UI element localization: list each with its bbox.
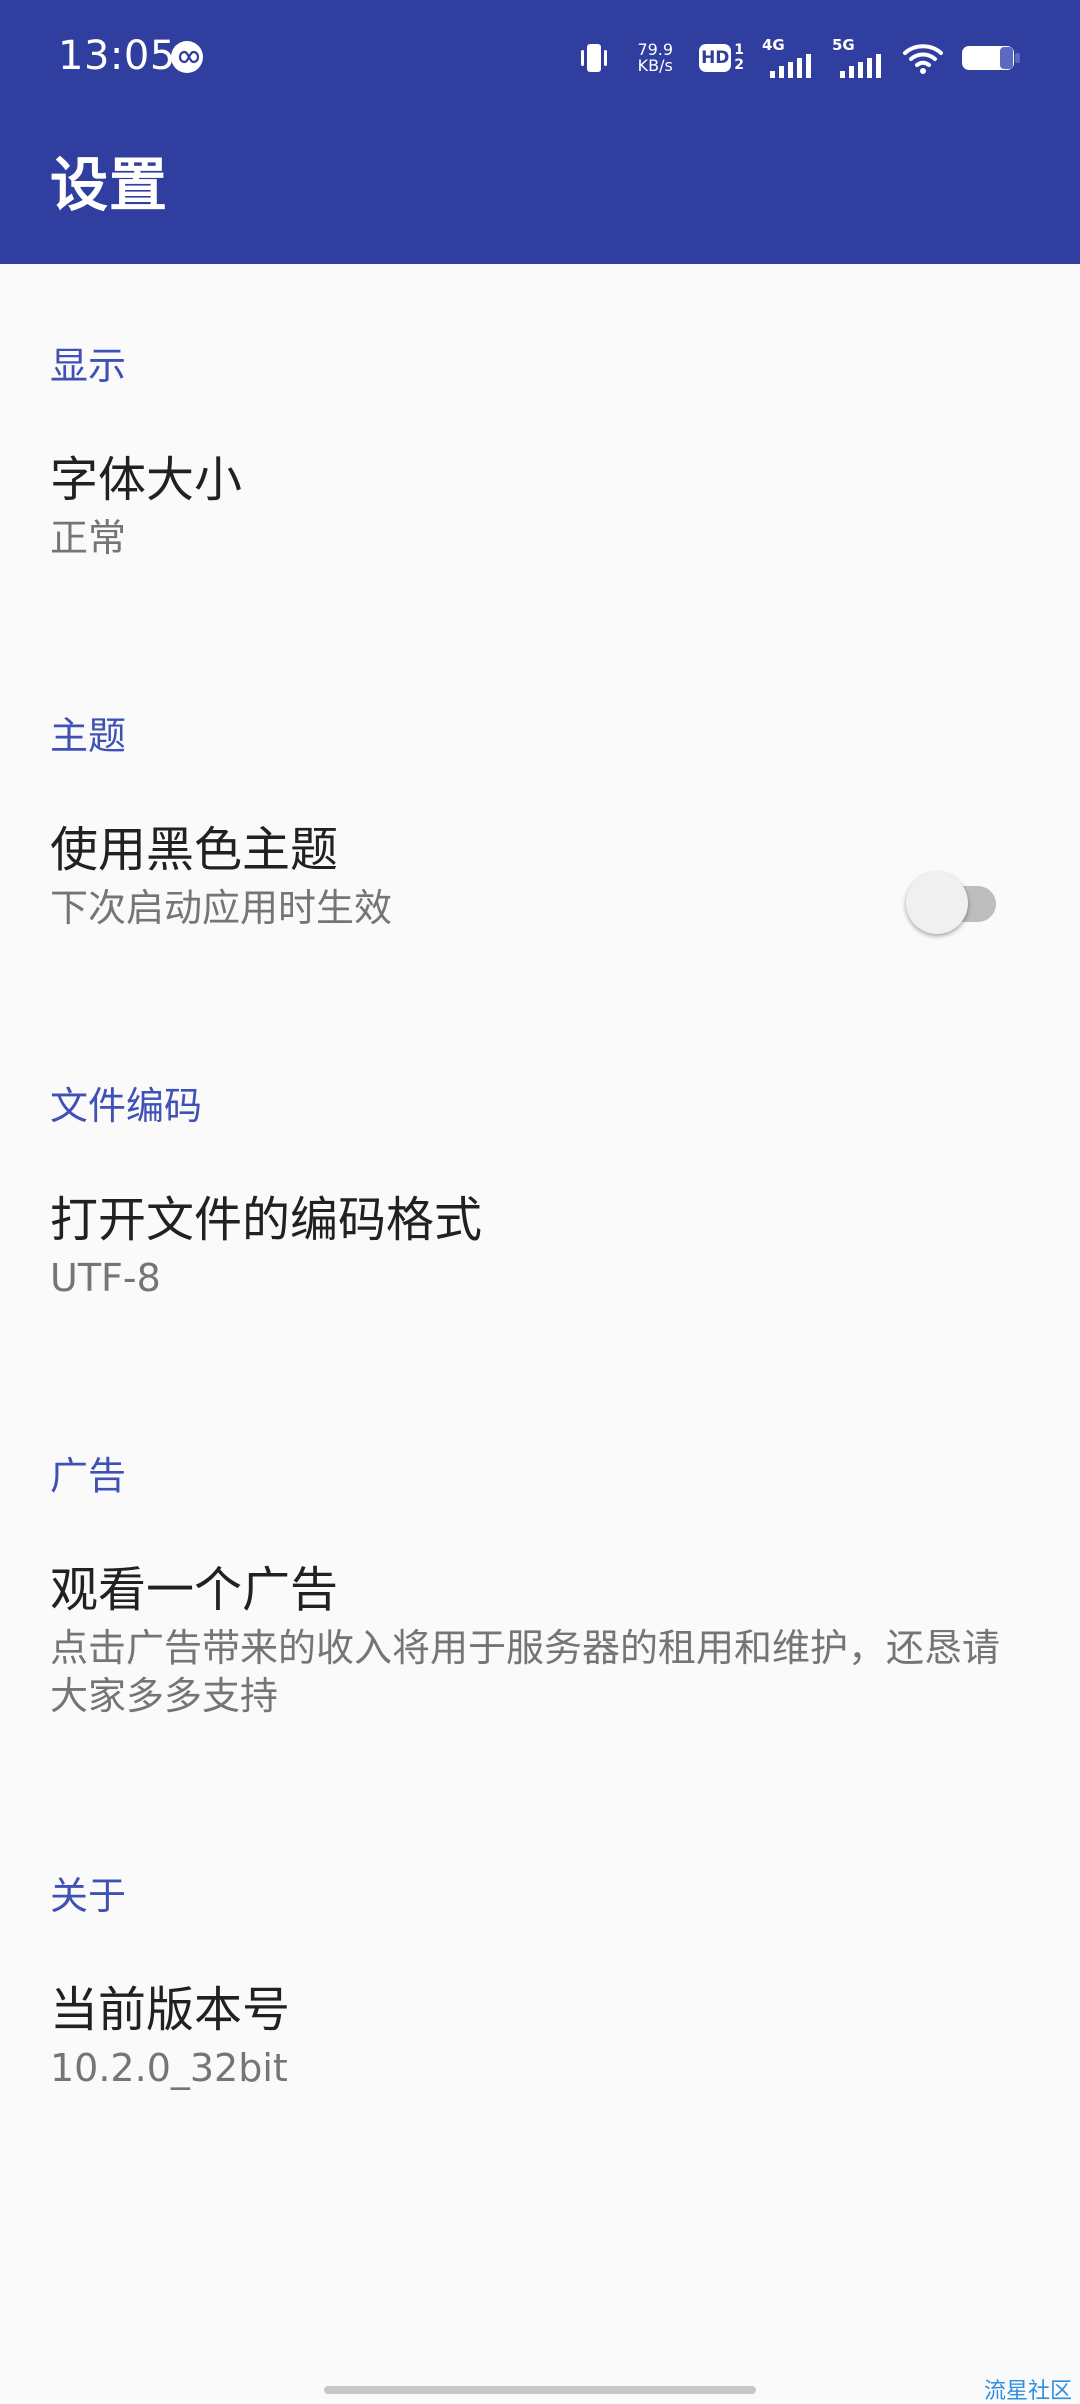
watermark-text: 流星社区 (983, 2379, 1072, 2404)
pref-dark-theme-summary: 下次启动应用时生效 (50, 886, 393, 930)
page-title: 设置 (50, 151, 169, 219)
pref-version-title: 当前版本号 (50, 1982, 291, 2038)
pref-watch-ad[interactable]: 观看一个广告 点击广告带来的收入将用于服务器的租用和维护，还恳请大家多多支持 (0, 1560, 1080, 1800)
hd-text: HD (699, 44, 732, 72)
network-speed-unit: KB/s (637, 56, 673, 75)
signal-bars-icon (770, 54, 811, 78)
section-title-theme: 主题 (50, 714, 127, 758)
network-4g-label: 4G (762, 36, 785, 54)
pref-font-size-summary: 正常 (50, 516, 127, 560)
gesture-navigation-bar[interactable] (324, 2386, 756, 2394)
sim-2-number: 2 (734, 57, 744, 73)
wifi-icon (902, 36, 944, 80)
dark-theme-switch[interactable] (906, 872, 1000, 934)
pref-version[interactable]: 当前版本号 10.2.0_32bit (0, 1980, 1080, 2180)
vibration-icon (577, 36, 611, 80)
network-5g-label: 5G (832, 36, 855, 54)
section-title-file-encoding: 文件编码 (50, 1084, 203, 1128)
sim-1-number: 1 (734, 42, 744, 58)
infinity-icon (171, 41, 203, 73)
pref-file-encoding[interactable]: 打开文件的编码格式 UTF-8 (0, 1190, 1080, 1390)
section-title-about: 关于 (50, 1874, 127, 1918)
network-speed: 79.9 KB/s (629, 36, 681, 80)
switch-thumb (906, 872, 968, 934)
section-title-ads: 广告 (50, 1454, 127, 1498)
section-title-display: 显示 (50, 344, 127, 388)
pref-file-encoding-title: 打开文件的编码格式 (50, 1192, 483, 1248)
pref-watch-ad-summary: 点击广告带来的收入将用于服务器的租用和维护，还恳请大家多多支持 (50, 1626, 1001, 1718)
status-time: 13:05 (58, 33, 176, 79)
signal-5g: 5G (832, 36, 884, 80)
app-bar: 13:05 79.9 KB/s HD 1 2 4G 5G 设置 (0, 0, 1080, 264)
pref-dark-theme-title: 使用黑色主题 (50, 822, 339, 878)
signal-bars-icon (840, 54, 881, 78)
pref-file-encoding-summary: UTF-8 (50, 1256, 161, 1300)
pref-watch-ad-title: 观看一个广告 (50, 1562, 339, 1618)
hd-badge: HD 1 2 (699, 36, 744, 80)
signal-4g: 4G (762, 36, 814, 80)
battery-icon (962, 36, 1020, 80)
pref-font-size[interactable]: 字体大小 正常 (0, 450, 1080, 650)
status-bar: 13:05 79.9 KB/s HD 1 2 4G 5G (0, 0, 1080, 116)
pref-version-summary: 10.2.0_32bit (50, 2046, 288, 2090)
status-right-icons: 79.9 KB/s HD 1 2 4G 5G (577, 34, 1020, 82)
pref-font-size-title: 字体大小 (50, 452, 243, 508)
